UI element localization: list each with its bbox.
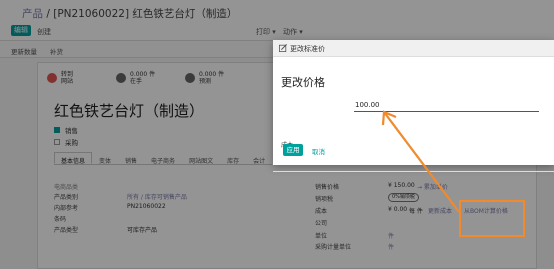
annotation-arrow [381,110,460,213]
